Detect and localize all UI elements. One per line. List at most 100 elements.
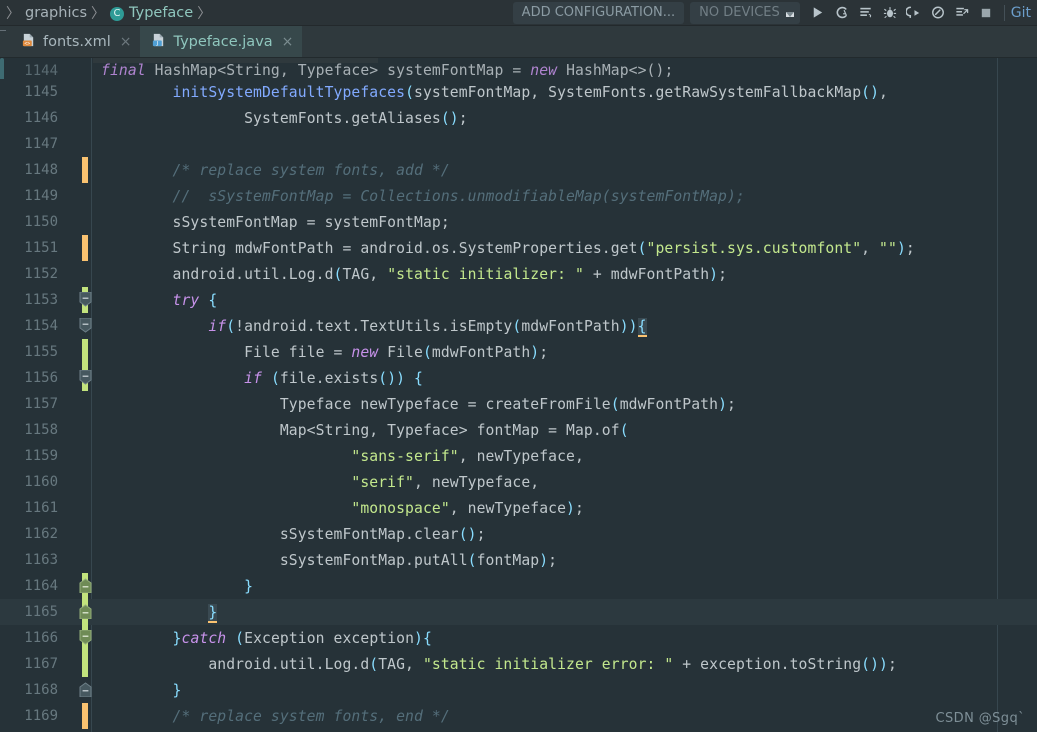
vcs-added-marker[interactable]	[82, 651, 88, 677]
editor-line-1163: 1163 sSystemFontMap.putAll(fontMap);	[0, 547, 1037, 573]
editor-line-1147: 1147	[0, 131, 1037, 157]
editor-line-1158: 1158 Map<String, Typeface> fontMap = Map…	[0, 417, 1037, 443]
editor-line-1152: 1152 android.util.Log.d(TAG, "static ini…	[0, 261, 1037, 287]
editor-line-1157: 1157 Typeface newTypeface = createFromFi…	[0, 391, 1037, 417]
line-number: 1150	[24, 214, 58, 230]
code-text: Typeface newTypeface = createFromFile(md…	[279, 395, 736, 413]
editor-line-1169: 1169 /* replace system fonts, end */	[0, 703, 1037, 729]
editor-line-1145: 1145 initSystemDefaultTypefaces(systemFo…	[0, 79, 1037, 105]
line-number: 1149	[24, 188, 58, 204]
line-number: 1152	[24, 266, 58, 282]
run-coverage-icon[interactable]	[830, 1, 854, 25]
tab-label-typeface-java: Typeface.java	[173, 33, 273, 50]
code-text: android.util.Log.d(TAG, "static initiali…	[208, 655, 897, 673]
line-number: 1161	[24, 500, 58, 516]
profile-icon[interactable]	[854, 1, 878, 25]
editor-line-1153: 1153 try {	[0, 287, 1037, 313]
gutter-markers	[66, 183, 92, 209]
toolbar-actions: ADD CONFIGURATION... NO DEVICES Git	[512, 0, 1037, 26]
line-number: 1151	[24, 240, 58, 256]
code-text: }	[208, 603, 218, 623]
vcs-change-marker[interactable]	[82, 703, 88, 729]
editor-line-1148: 1148 /* replace system fonts, add */	[0, 157, 1037, 183]
editor-line-1165: 1165 }	[0, 599, 1037, 625]
gutter-markers	[66, 261, 92, 287]
git-menu-label[interactable]: Git	[1011, 5, 1033, 21]
line-number: 1163	[24, 552, 58, 568]
code-fold-end-icon[interactable]	[79, 604, 92, 619]
breadcrumb-separator-lead: 〉	[6, 5, 20, 22]
run-configuration-selector[interactable]: ADD CONFIGURATION...	[512, 1, 685, 24]
class-icon: C	[110, 6, 125, 21]
line-number: 1148	[24, 162, 58, 178]
editor-line-1167: 1167 android.util.Log.d(TAG, "static ini…	[0, 651, 1037, 677]
stop-icon[interactable]	[974, 1, 998, 25]
gutter-markers	[66, 651, 92, 677]
attach-debugger-icon[interactable]	[902, 1, 926, 25]
toolbar-divider	[1003, 4, 1005, 21]
code-text: "sans-serif", newTypeface,	[351, 447, 584, 465]
device-selector[interactable]: NO DEVICES	[690, 1, 800, 24]
line-number: 1155	[24, 344, 58, 360]
vcs-change-marker[interactable]	[82, 235, 88, 261]
line-number: 1147	[24, 136, 58, 152]
run-icon[interactable]	[806, 1, 830, 25]
code-text: if (file.exists()) {	[244, 369, 423, 387]
tab-typeface-java[interactable]: J Typeface.java ×	[140, 26, 303, 57]
device-selector-label: NO DEVICES	[699, 4, 780, 20]
close-icon[interactable]: ×	[282, 35, 294, 49]
line-number: 1166	[24, 630, 58, 646]
editor-tab-bar: <> fonts.xml × J Typeface.java ×	[0, 26, 1037, 58]
line-number: 1145	[24, 84, 58, 100]
vcs-added-marker[interactable]	[82, 339, 88, 365]
close-icon[interactable]: ×	[120, 35, 132, 49]
code-fold-collapse-icon[interactable]	[79, 370, 92, 385]
vertical-scroll-thumb[interactable]	[0, 58, 4, 79]
tab-fonts-xml[interactable]: <> fonts.xml ×	[10, 26, 140, 57]
vcs-change-marker[interactable]	[82, 157, 88, 183]
gutter-markers	[66, 703, 92, 729]
line-number: 1169	[24, 708, 58, 724]
code-fold-end-icon[interactable]	[79, 578, 92, 593]
code-fold-collapse-icon[interactable]	[79, 318, 92, 333]
gutter-markers	[66, 339, 92, 365]
line-number: 1165	[24, 604, 58, 620]
code-text: if(!android.text.TextUtils.isEmpty(mdwFo…	[208, 317, 647, 337]
apply-changes-icon[interactable]	[950, 1, 974, 25]
code-text: String mdwFontPath = android.os.SystemPr…	[172, 239, 915, 257]
breadcrumb-item-graphics[interactable]: graphics	[25, 5, 87, 21]
gutter-markers	[66, 58, 92, 79]
svg-text:J: J	[156, 41, 159, 47]
line-number: 1160	[24, 474, 58, 490]
code-editor[interactable]: 1144 final HashMap<String, Typeface> sys…	[0, 58, 1037, 732]
android-studio-window: 〉 graphics 〉 C Typeface 〉 ADD CONFIGURAT…	[0, 0, 1037, 732]
editor-line-1166: 1166 }catch (Exception exception){	[0, 625, 1037, 651]
editor-line-1154: 1154 if(!android.text.TextUtils.isEmpty(…	[0, 313, 1037, 339]
code-text: // sSystemFontMap = Collections.unmodifi…	[172, 187, 745, 205]
code-fold-collapse-icon[interactable]	[79, 292, 92, 307]
editor-line-1150: 1150 sSystemFontMap = systemFontMap;	[0, 209, 1037, 235]
line-number: 1162	[24, 526, 58, 542]
editor-line-1162: 1162 sSystemFontMap.clear();	[0, 521, 1037, 547]
editor-line-1149: 1149 // sSystemFontMap = Collections.unm…	[0, 183, 1037, 209]
gutter-markers	[66, 469, 92, 495]
line-number: 1153	[24, 292, 58, 308]
gutter-markers	[66, 235, 92, 261]
profiler-icon[interactable]	[926, 1, 950, 25]
code-text: }	[244, 577, 254, 595]
code-fold-collapse-icon[interactable]	[79, 630, 92, 645]
chevron-down-icon	[785, 11, 794, 17]
editor-line-1146: 1146 SystemFonts.getAliases();	[0, 105, 1037, 131]
editor-line-1168: 1168 }	[0, 677, 1037, 703]
line-number: 1159	[24, 448, 58, 464]
code-text: final HashMap<String, Typeface> systemFo…	[101, 62, 674, 79]
gutter-markers	[66, 573, 92, 599]
editor-line-1161: 1161 "monospace", newTypeface);	[0, 495, 1037, 521]
debug-icon[interactable]	[878, 1, 902, 25]
code-fold-end-icon[interactable]	[79, 682, 92, 697]
breadcrumb-item-typeface[interactable]: Typeface	[129, 5, 193, 21]
tab-label-fonts-xml: fonts.xml	[43, 33, 111, 50]
gutter-markers	[66, 105, 92, 131]
line-number: 1154	[24, 318, 58, 334]
code-text: "serif", newTypeface,	[351, 473, 540, 491]
